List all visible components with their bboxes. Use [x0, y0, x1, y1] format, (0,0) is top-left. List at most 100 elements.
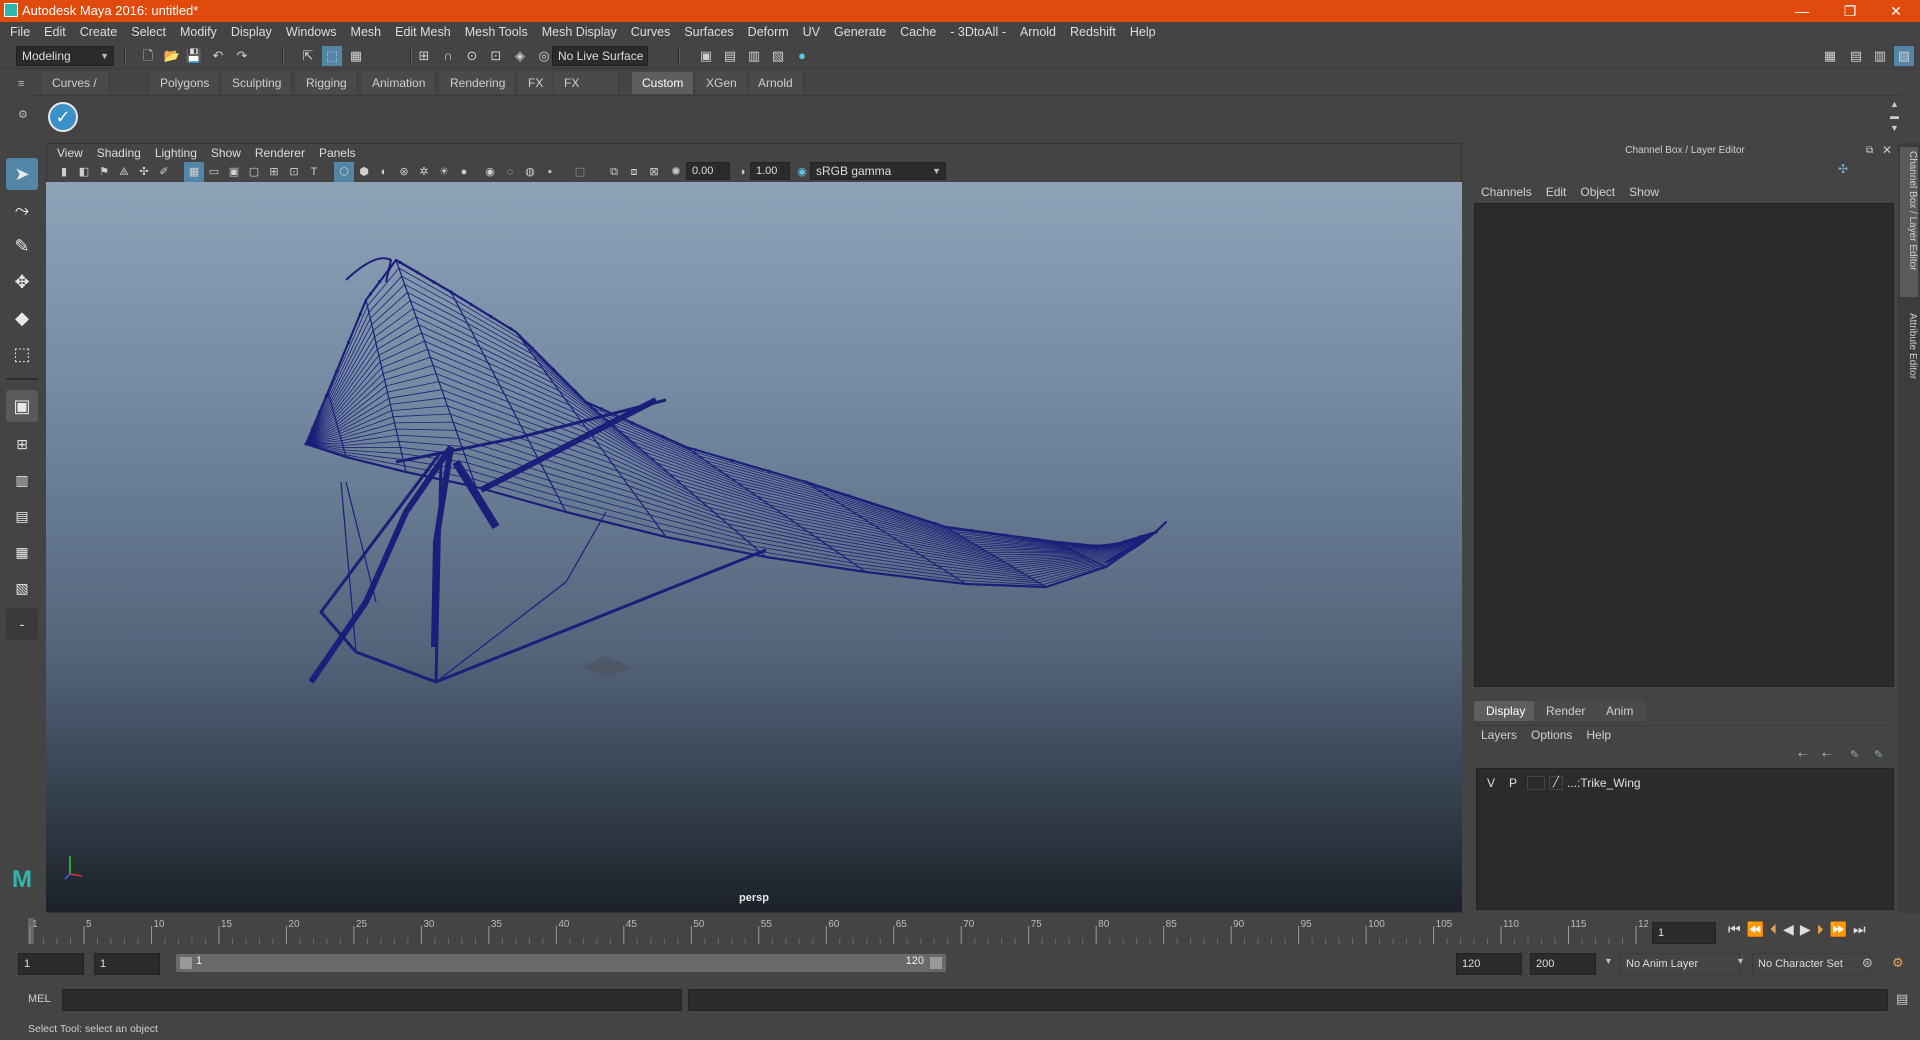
shelf-tab-arnold[interactable]: Arnold — [748, 72, 804, 94]
lasso-tool-icon[interactable]: ⤳ — [6, 194, 38, 226]
float-panel-icon[interactable]: ⧉ — [1866, 145, 1873, 156]
animation-preferences-icon[interactable]: ⚙ — [1892, 955, 1904, 971]
range-slider[interactable]: 1 120 — [176, 954, 946, 972]
layer-row[interactable]: V P ╱ ...:Trike_Wing — [1477, 773, 1893, 793]
gate-mask-icon[interactable]: ▢ — [244, 162, 264, 182]
viewport-menu-lighting[interactable]: Lighting — [148, 144, 204, 162]
mode-dropdown[interactable]: Modeling ▼ — [16, 46, 114, 66]
snap-pivot-icon[interactable]: ◎ — [534, 46, 554, 66]
live-surface-field[interactable]: No Live Surface — [552, 46, 648, 66]
gamma-field[interactable]: 1.00 — [750, 162, 790, 180]
menu-deform[interactable]: Deform — [741, 22, 796, 43]
menu-redshift[interactable]: Redshift — [1063, 22, 1123, 43]
anim-layer-dropdown[interactable]: No Anim Layer — [1620, 953, 1740, 975]
layer-color-swatch[interactable]: ╱ — [1549, 776, 1563, 790]
time-ruler[interactable]: 1 5 10 15 20 25 30 35 40 45 50 55 60 65 70 75 80 85 90 95 10… — [28, 918, 1648, 944]
shelf-tab-animation[interactable]: Animation — [362, 72, 437, 94]
textured-icon[interactable]: ⊛ — [394, 162, 414, 182]
xray-joints-icon[interactable]: ⧉ — [604, 162, 624, 182]
layer-menu-layers[interactable]: Layers — [1474, 726, 1524, 744]
close-panel-icon[interactable]: ✕ — [1882, 143, 1892, 157]
step-back-key-icon[interactable]: ⏴ — [1770, 921, 1783, 937]
current-time-marker[interactable] — [28, 918, 34, 944]
time-slider[interactable]: 1 5 10 15 20 25 30 35 40 45 50 55 60 65 70 75 80 85 90 95 10… — [28, 914, 1648, 946]
shelf-tab-fx-caching[interactable]: FX Caching — [554, 72, 620, 112]
persp-graph-layout-icon[interactable]: ▤ — [6, 500, 38, 532]
menu-surfaces[interactable]: Surfaces — [677, 22, 740, 43]
scene-start-field[interactable]: 1 — [18, 953, 84, 975]
new-layer-selected-icon[interactable]: ✎ — [1874, 748, 1883, 761]
current-frame-field[interactable]: 1 — [1652, 922, 1716, 944]
film-gate-icon[interactable]: ▭ — [204, 162, 224, 182]
close-button[interactable]: ✕ — [1876, 1, 1916, 21]
shelf-tab-rendering[interactable]: Rendering — [440, 72, 517, 94]
save-scene-icon[interactable]: 💾 — [184, 46, 204, 66]
step-back-icon[interactable]: ⏪ — [1747, 921, 1770, 937]
xray-icon[interactable]: ⬚ — [570, 162, 590, 182]
safe-title-icon[interactable]: T — [304, 162, 324, 182]
safe-action-icon[interactable]: ⊡ — [284, 162, 304, 182]
menu-mesh-display[interactable]: Mesh Display — [535, 22, 624, 43]
single-perspective-layout-icon[interactable]: ▣ — [6, 390, 38, 422]
shelf-tab-rigging[interactable]: Rigging — [296, 72, 358, 94]
channel-box-area[interactable] — [1474, 203, 1894, 687]
menu-uv[interactable]: UV — [796, 22, 827, 43]
go-to-end-icon[interactable]: ⏭ — [1853, 921, 1872, 937]
channel-box-menu-channels[interactable]: Channels — [1474, 183, 1539, 201]
grid-toggle-icon[interactable]: ▦ — [184, 162, 204, 182]
viewport-3d[interactable]: persp — [46, 182, 1462, 912]
step-forward-key-icon[interactable]: ⏵ — [1817, 921, 1830, 937]
persp-hypershade-layout-icon[interactable]: ▦ — [6, 536, 38, 568]
minimize-button[interactable]: — — [1782, 1, 1822, 21]
xray-components-icon[interactable]: ⧈ — [624, 162, 644, 182]
toggle-toolbox-icon[interactable]: ▤ — [1846, 46, 1866, 66]
select-component-icon[interactable]: ▦ — [346, 46, 366, 66]
hypershade-icon[interactable]: ● — [792, 46, 812, 66]
menu-generate[interactable]: Generate — [827, 22, 893, 43]
channel-box-menu-edit[interactable]: Edit — [1539, 183, 1574, 201]
rotate-tool-icon[interactable]: ◆ — [6, 302, 38, 334]
play-backwards-icon[interactable]: ◀ — [1783, 921, 1800, 937]
step-forward-icon[interactable]: ⏩ — [1830, 921, 1853, 937]
anti-aliasing-icon[interactable]: ◌ — [500, 162, 520, 182]
shelf-tab-sculpting[interactable]: Sculpting — [222, 72, 293, 94]
range-slider-start-handle[interactable] — [180, 957, 192, 969]
move-layer-up-icon[interactable]: ⇠ — [1798, 748, 1807, 761]
wireframe-on-shaded-icon[interactable]: ◐ — [374, 162, 394, 182]
channel-box-toggle-icon[interactable]: ▧ — [1894, 46, 1914, 66]
shelf-tab-polygons[interactable]: Polygons — [150, 72, 221, 94]
four-view-layout-icon[interactable]: ⊞ — [6, 428, 38, 460]
persp-outliner-graph-layout-icon[interactable]: ▧ — [6, 572, 38, 604]
layer-visibility-toggle[interactable]: V — [1487, 776, 1495, 790]
bookmark-icon[interactable]: ⚑ — [94, 162, 114, 182]
channel-box-menu-object[interactable]: Object — [1573, 183, 1622, 201]
snap-point-icon[interactable]: ⊙ — [462, 46, 482, 66]
shelf-scroll-arrows-icon[interactable]: ▲ ▬ ▼ — [1890, 98, 1902, 134]
render-view-icon[interactable]: ▣ — [696, 46, 716, 66]
open-scene-icon[interactable]: 📂 — [162, 46, 182, 66]
move-tool-icon[interactable]: ✥ — [6, 266, 38, 298]
shelf-tab-custom[interactable]: Custom — [632, 72, 695, 94]
gamma-icon[interactable]: ◑ — [732, 162, 752, 182]
two-d-pan-zoom-icon[interactable]: ✣ — [134, 162, 154, 182]
layer-menu-options[interactable]: Options — [1524, 726, 1579, 744]
toggle-panel-icon[interactable]: ▥ — [1870, 46, 1890, 66]
menu-mesh[interactable]: Mesh — [344, 22, 389, 43]
exposure-field[interactable]: 0.00 — [686, 162, 730, 180]
layer-tab-render[interactable]: Render — [1534, 701, 1598, 721]
viewport-menu-view[interactable]: View — [50, 144, 90, 162]
layer-tab-anim[interactable]: Anim — [1594, 701, 1646, 721]
menu-windows[interactable]: Windows — [279, 22, 344, 43]
layer-menu-help[interactable]: Help — [1579, 726, 1618, 744]
paint-select-tool-icon[interactable]: ✎ — [6, 230, 38, 262]
motion-blur-icon[interactable]: ◉ — [480, 162, 500, 182]
go-to-start-icon[interactable]: ⏮ — [1728, 921, 1747, 937]
view-transform-dropdown[interactable]: sRGB gamma ▼ — [810, 162, 946, 180]
viewport-menu-panels[interactable]: Panels — [312, 144, 363, 162]
layer-playback-toggle[interactable]: P — [1509, 776, 1517, 790]
ipr-render-icon[interactable]: ▥ — [744, 46, 764, 66]
menu-mesh-tools[interactable]: Mesh Tools — [458, 22, 535, 43]
persp-outliner-layout-icon[interactable]: ▥ — [6, 464, 38, 496]
menu-create[interactable]: Create — [73, 22, 125, 43]
shelf-tab-fx[interactable]: FX — [518, 72, 555, 94]
